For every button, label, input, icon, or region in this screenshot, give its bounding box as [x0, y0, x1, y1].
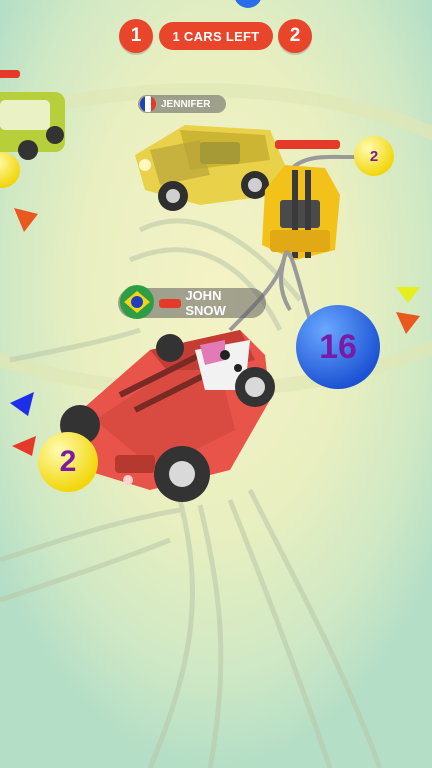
ball-value-left: 2 [59, 445, 77, 478]
player-name-jennifer: JENNIFER [161, 98, 211, 110]
player-tag-jennifer: JENNIFER [138, 95, 226, 113]
hud-right-counter: 2 [278, 19, 312, 53]
cars-left-status: 1 CARS LEFT [159, 22, 273, 50]
ball-value-16: 16 [319, 327, 357, 366]
france-flag-icon [140, 96, 156, 112]
arena-scene [0, 0, 432, 768]
brazil-flag-icon [120, 285, 154, 319]
player-name-john-snow: JOHN SNOW [185, 288, 226, 318]
player-health-bar [159, 298, 182, 308]
hud-left-counter: 1 [119, 19, 153, 53]
ball-value-small: 2 [369, 147, 379, 165]
game-arena[interactable]: 1 1 CARS LEFT 2 JENNIFER JOHN SNOW 16 2 … [0, 0, 432, 768]
player-tag-john-snow: JOHN SNOW [118, 285, 266, 319]
